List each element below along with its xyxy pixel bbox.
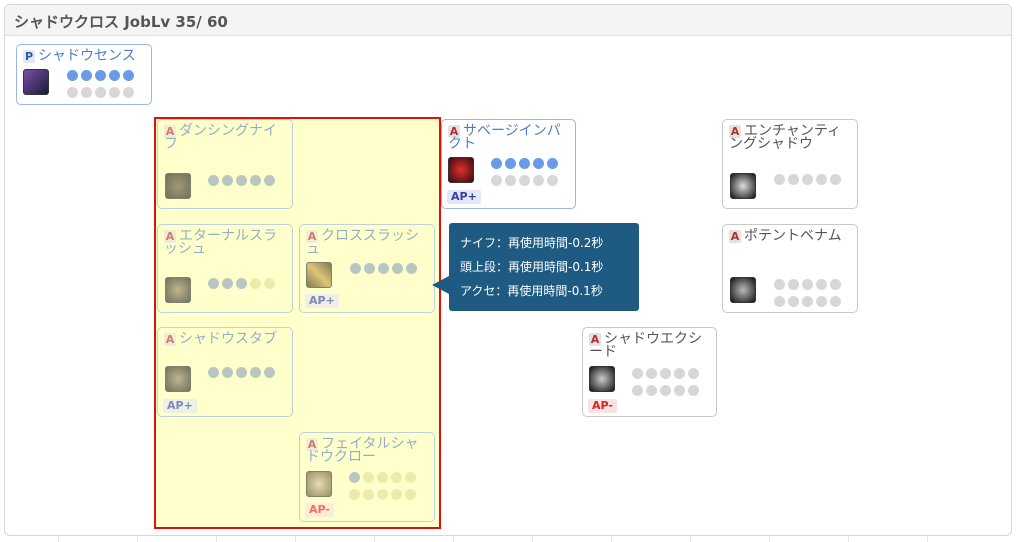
- ap-minus-badge: AP-: [305, 503, 334, 517]
- skill-card-cross-slash[interactable]: A クロススラッシュ AP+: [299, 224, 435, 313]
- tooltip-arrow: [432, 276, 449, 294]
- level-dots-max: [774, 296, 841, 307]
- passive-badge: P: [23, 50, 35, 63]
- skill-name: フェイタルシャドウクロー: [306, 436, 419, 465]
- skill-card-eternal-slash[interactable]: A エターナルスラッシュ: [157, 224, 293, 313]
- active-badge: A: [164, 333, 176, 346]
- eternal-slash-icon: [165, 277, 191, 303]
- level-dots-max: [349, 489, 416, 500]
- skill-name: ダンシングナイフ: [164, 123, 277, 152]
- level-dots-max: [632, 385, 699, 396]
- cross-slash-icon: [306, 262, 332, 288]
- skill-name: シャドウエクシード: [589, 331, 702, 360]
- dancing-knife-icon: [165, 173, 191, 199]
- shadow-exceed-icon: [589, 366, 615, 392]
- skill-name: シャドウセンス: [38, 48, 136, 64]
- active-badge: A: [729, 230, 741, 243]
- level-dots: [632, 368, 699, 379]
- tooltip-line: アクセ：再使用時間-0.1秒: [460, 284, 603, 298]
- level-dots: [774, 279, 841, 290]
- skill-name: クロススラッシュ: [306, 228, 419, 257]
- level-dots: [350, 263, 417, 274]
- skill-card-shadow-stab[interactable]: A シャドウスタブ AP+: [157, 327, 293, 417]
- level-dots: [774, 174, 841, 185]
- shadow-stab-icon: [165, 366, 191, 392]
- skill-name: エンチャンティングシャドウ: [729, 123, 842, 152]
- skill-name: ポテントベナム: [744, 228, 842, 244]
- skill-card-dancing-knife[interactable]: A ダンシングナイフ: [157, 119, 293, 209]
- level-dots: [491, 158, 558, 169]
- skill-card-enchanting-shadow[interactable]: A エンチャンティングシャドウ: [722, 119, 858, 209]
- ap-minus-badge: AP-: [588, 399, 617, 413]
- ap-plus-badge: AP+: [447, 190, 481, 204]
- enchanting-shadow-icon: [730, 173, 756, 199]
- ap-plus-badge: AP+: [305, 294, 339, 308]
- skill-card-potent-venom[interactable]: A ポテントベナム: [722, 224, 858, 313]
- level-dots: [67, 70, 134, 81]
- shadow-sense-icon: [23, 69, 49, 95]
- savage-impact-icon: [448, 157, 474, 183]
- tooltip-line: ナイフ：再使用時間-0.2秒: [460, 236, 604, 250]
- level-dots: [208, 175, 275, 186]
- skill-name: エターナルスラッシュ: [164, 228, 277, 257]
- panel-header: シャドウクロス JobLv 35/ 60: [5, 5, 1011, 36]
- skill-name: シャドウスタブ: [179, 331, 277, 347]
- skill-card-shadow-exceed[interactable]: A シャドウエクシード AP-: [582, 327, 717, 417]
- skill-tooltip: ナイフ：再使用時間-0.2秒 頭上段：再使用時間-0.1秒 アクセ：再使用時間-…: [449, 223, 639, 311]
- level-dots: [208, 367, 275, 378]
- fatal-shadow-claw-icon: [306, 471, 332, 497]
- level-dots: [208, 278, 275, 289]
- tooltip-line: 頭上段：再使用時間-0.1秒: [460, 260, 604, 274]
- panel-title: シャドウクロス JobLv 35/ 60: [14, 13, 228, 31]
- level-dots-max: [491, 175, 558, 186]
- skill-card-shadow-sense[interactable]: P シャドウセンス: [16, 44, 152, 105]
- skill-card-savage-impact[interactable]: A サベージインパクト AP+: [441, 119, 576, 209]
- grid-ticks: [0, 536, 1017, 542]
- ap-plus-badge: AP+: [163, 399, 197, 413]
- level-dots: [349, 472, 416, 483]
- potent-venom-icon: [730, 277, 756, 303]
- skill-name: サベージインパクト: [448, 123, 561, 152]
- level-dots-max: [67, 87, 134, 98]
- skill-card-fatal-shadow-claw[interactable]: A フェイタルシャドウクロー AP-: [299, 432, 435, 522]
